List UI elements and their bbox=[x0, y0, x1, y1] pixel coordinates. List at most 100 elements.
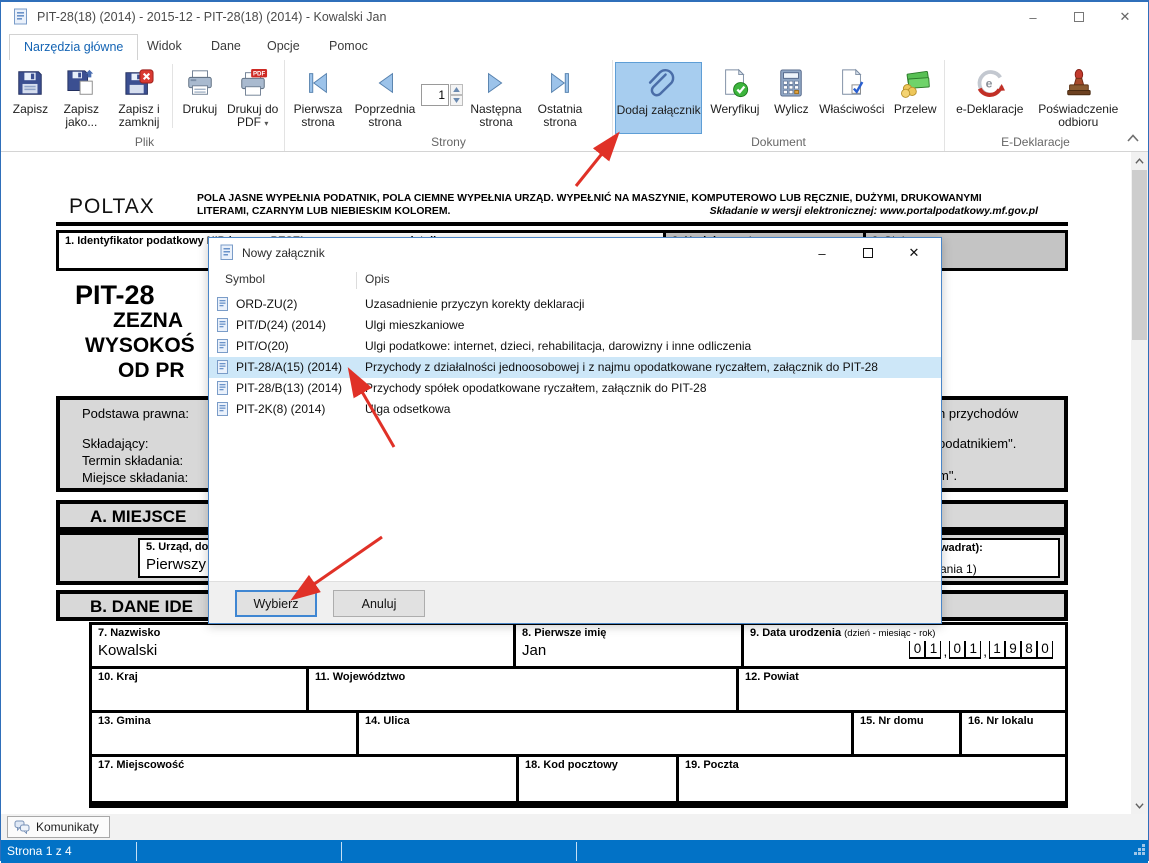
save-and-close-button[interactable]: Zapisz i zamknij bbox=[109, 62, 170, 134]
form-title-fragment-2: WYSOKOŚ bbox=[85, 334, 195, 358]
new-attachment-dialog: Nowy załącznik – ✕ Symbol Opis ORD-ZU(2)… bbox=[208, 237, 942, 624]
print-button[interactable]: Drukuj bbox=[176, 62, 223, 134]
verify-button[interactable]: Weryfikuj bbox=[702, 62, 767, 134]
add-attachment-button[interactable]: Dodaj załącznik bbox=[615, 62, 702, 134]
tab-widok[interactable]: Widok bbox=[133, 34, 196, 60]
window-title: PIT-28(18) (2014) - 2015-12 - PIT-28(18)… bbox=[37, 10, 386, 24]
field-17-miejscowosc[interactable]: 17. Miejscowość bbox=[92, 757, 519, 801]
scroll-up-icon[interactable] bbox=[1131, 152, 1148, 169]
digit-cell[interactable]: 8 bbox=[1021, 641, 1037, 659]
e-deklaracje-button[interactable]: e e-Deklaracje bbox=[947, 62, 1033, 134]
first-page-button[interactable]: Pierwsza strona bbox=[287, 62, 349, 134]
digit-cell[interactable]: 1 bbox=[989, 641, 1005, 659]
digit-cell[interactable]: 1 bbox=[965, 641, 981, 659]
attachment-description: Ulga odsetkowa bbox=[365, 402, 450, 416]
vertical-scrollbar[interactable] bbox=[1131, 152, 1148, 814]
svg-text:e: e bbox=[985, 77, 992, 91]
dialog-minimize-button[interactable]: – bbox=[799, 238, 845, 268]
attachment-document-icon bbox=[217, 339, 229, 358]
previous-page-label: Poprzednia strona bbox=[349, 103, 421, 129]
list-item-pit-28a-selected[interactable]: PIT-28/A(15) (2014) Przychody z działaln… bbox=[209, 357, 941, 378]
komunikaty-tab[interactable]: Komunikaty bbox=[7, 816, 110, 838]
last-page-button[interactable]: Ostatnia strona bbox=[529, 62, 591, 134]
ribbon-group-dokument: Dodaj załącznik Weryfikuj Wylicz bbox=[612, 60, 944, 151]
column-header-opis[interactable]: Opis bbox=[365, 272, 390, 286]
save-as-label: Zapisz jako... bbox=[54, 103, 109, 129]
last-page-label: Ostatnia strona bbox=[529, 103, 591, 129]
field-15-nr-domu[interactable]: 15. Nr domu bbox=[854, 713, 962, 754]
field-12-powiat[interactable]: 12. Powiat bbox=[739, 669, 1065, 710]
page-number-spinner bbox=[421, 84, 463, 106]
field-8-imie[interactable]: 8. Pierwsze imię Jan bbox=[516, 625, 744, 666]
next-page-icon bbox=[481, 65, 511, 101]
list-item-pit-28b[interactable]: PIT-28/B(13) (2014) Przychody spółek opo… bbox=[209, 378, 941, 399]
resize-grip[interactable] bbox=[1133, 843, 1146, 861]
digit-cell[interactable]: 0 bbox=[949, 641, 965, 659]
field-13-label: 13. Gmina bbox=[98, 715, 350, 727]
calculate-button[interactable]: Wylicz bbox=[768, 62, 816, 134]
field-10-kraj[interactable]: 10. Kraj bbox=[92, 669, 309, 710]
close-button[interactable]: ✕ bbox=[1102, 2, 1148, 32]
list-item-pit-d[interactable]: PIT/D(24) (2014) Ulgi mieszkaniowe bbox=[209, 315, 941, 336]
legal-podstawa-label: Podstawa prawna: bbox=[82, 406, 189, 421]
field-9-data-urodzenia[interactable]: 9. Data urodzenia (dzień - miesiąc - rok… bbox=[744, 625, 1065, 666]
document-properties-icon bbox=[837, 65, 867, 101]
field-9-note: (dzień - miesiąc - rok) bbox=[844, 628, 935, 639]
field-19-poczta[interactable]: 19. Poczta bbox=[679, 757, 1065, 801]
properties-button[interactable]: Właściwości bbox=[815, 62, 888, 134]
list-item-pit-2k[interactable]: PIT-2K(8) (2014) Ulga odsetkowa bbox=[209, 399, 941, 420]
dialog-document-icon bbox=[220, 244, 235, 266]
print-to-pdf-button[interactable]: PDF Drukuj do PDF ▾ bbox=[223, 62, 282, 134]
field-8-value[interactable]: Jan bbox=[522, 642, 735, 659]
tab-opcje[interactable]: Opcje bbox=[253, 34, 314, 60]
next-page-label: Następna strona bbox=[463, 103, 529, 129]
dialog-close-button[interactable]: ✕ bbox=[891, 238, 937, 268]
field-11-wojewodztwo[interactable]: 11. Województwo bbox=[309, 669, 739, 710]
list-item-pit-o[interactable]: PIT/O(20) Ulgi podatkowe: internet, dzie… bbox=[209, 336, 941, 357]
field-13-gmina[interactable]: 13. Gmina bbox=[92, 713, 359, 754]
select-button[interactable]: Wybierz bbox=[235, 590, 317, 617]
list-item-ord-zu[interactable]: ORD-ZU(2) Uzasadnienie przyczyn korekty … bbox=[209, 294, 941, 315]
cancel-button[interactable]: Anuluj bbox=[333, 590, 425, 617]
digit-cell[interactable]: 0 bbox=[1037, 641, 1053, 659]
scroll-down-icon[interactable] bbox=[1131, 797, 1148, 814]
field-9-label: 9. Data urodzenia bbox=[750, 627, 841, 639]
column-separator[interactable] bbox=[356, 272, 357, 289]
calculate-label: Wylicz bbox=[774, 103, 809, 116]
maximize-button[interactable] bbox=[1056, 2, 1102, 32]
digit-cell[interactable]: 1 bbox=[925, 641, 941, 659]
dialog-title-bar: Nowy załącznik – ✕ bbox=[209, 238, 941, 268]
scrollbar-thumb[interactable] bbox=[1132, 170, 1147, 340]
properties-label: Właściwości bbox=[819, 103, 884, 116]
previous-page-button[interactable]: Poprzednia strona bbox=[349, 62, 421, 134]
paperclip-icon bbox=[643, 66, 675, 102]
field-16-nr-lokalu[interactable]: 16. Nr lokalu bbox=[962, 713, 1065, 754]
transfer-button[interactable]: Przelew bbox=[889, 62, 943, 134]
tab-narzedzia-glowne[interactable]: Narzędzia główne bbox=[9, 34, 138, 60]
tab-dane[interactable]: Dane bbox=[197, 34, 255, 60]
digit-cell[interactable]: 0 bbox=[909, 641, 925, 659]
collapse-ribbon-icon[interactable] bbox=[1124, 131, 1142, 145]
spinner-up-icon[interactable] bbox=[450, 84, 463, 95]
form-title-fragment-3: OD PR bbox=[118, 359, 185, 383]
spinner-down-icon[interactable] bbox=[450, 95, 463, 106]
page-number-input[interactable] bbox=[421, 84, 449, 106]
field-14-ulica[interactable]: 14. Ulica bbox=[359, 713, 854, 754]
save-as-button[interactable]: Zapisz jako... bbox=[54, 62, 109, 134]
minimize-button[interactable]: – bbox=[1010, 2, 1056, 32]
next-page-button[interactable]: Następna strona bbox=[463, 62, 529, 134]
receipt-confirmation-button[interactable]: Poświadczenie odbioru bbox=[1033, 62, 1124, 134]
field-7-value[interactable]: Kowalski bbox=[98, 642, 507, 659]
birth-date-comb[interactable]: 0 1 , 0 1 , 1 9 8 0 bbox=[750, 641, 1053, 659]
field-18-kod-pocztowy[interactable]: 18. Kod pocztowy bbox=[519, 757, 679, 801]
field-7-nazwisko[interactable]: 7. Nazwisko Kowalski bbox=[92, 625, 516, 666]
floppy-save-as-icon bbox=[65, 65, 97, 101]
komunikaty-label: Komunikaty bbox=[36, 820, 99, 834]
dialog-maximize-button[interactable] bbox=[845, 238, 891, 268]
save-button[interactable]: Zapisz bbox=[7, 62, 54, 134]
group-label-plik: Plik bbox=[5, 135, 284, 149]
tab-pomoc[interactable]: Pomoc bbox=[315, 34, 382, 60]
digit-cell[interactable]: 9 bbox=[1005, 641, 1021, 659]
list-header[interactable]: Symbol Opis bbox=[209, 268, 941, 292]
column-header-symbol[interactable]: Symbol bbox=[225, 272, 265, 286]
